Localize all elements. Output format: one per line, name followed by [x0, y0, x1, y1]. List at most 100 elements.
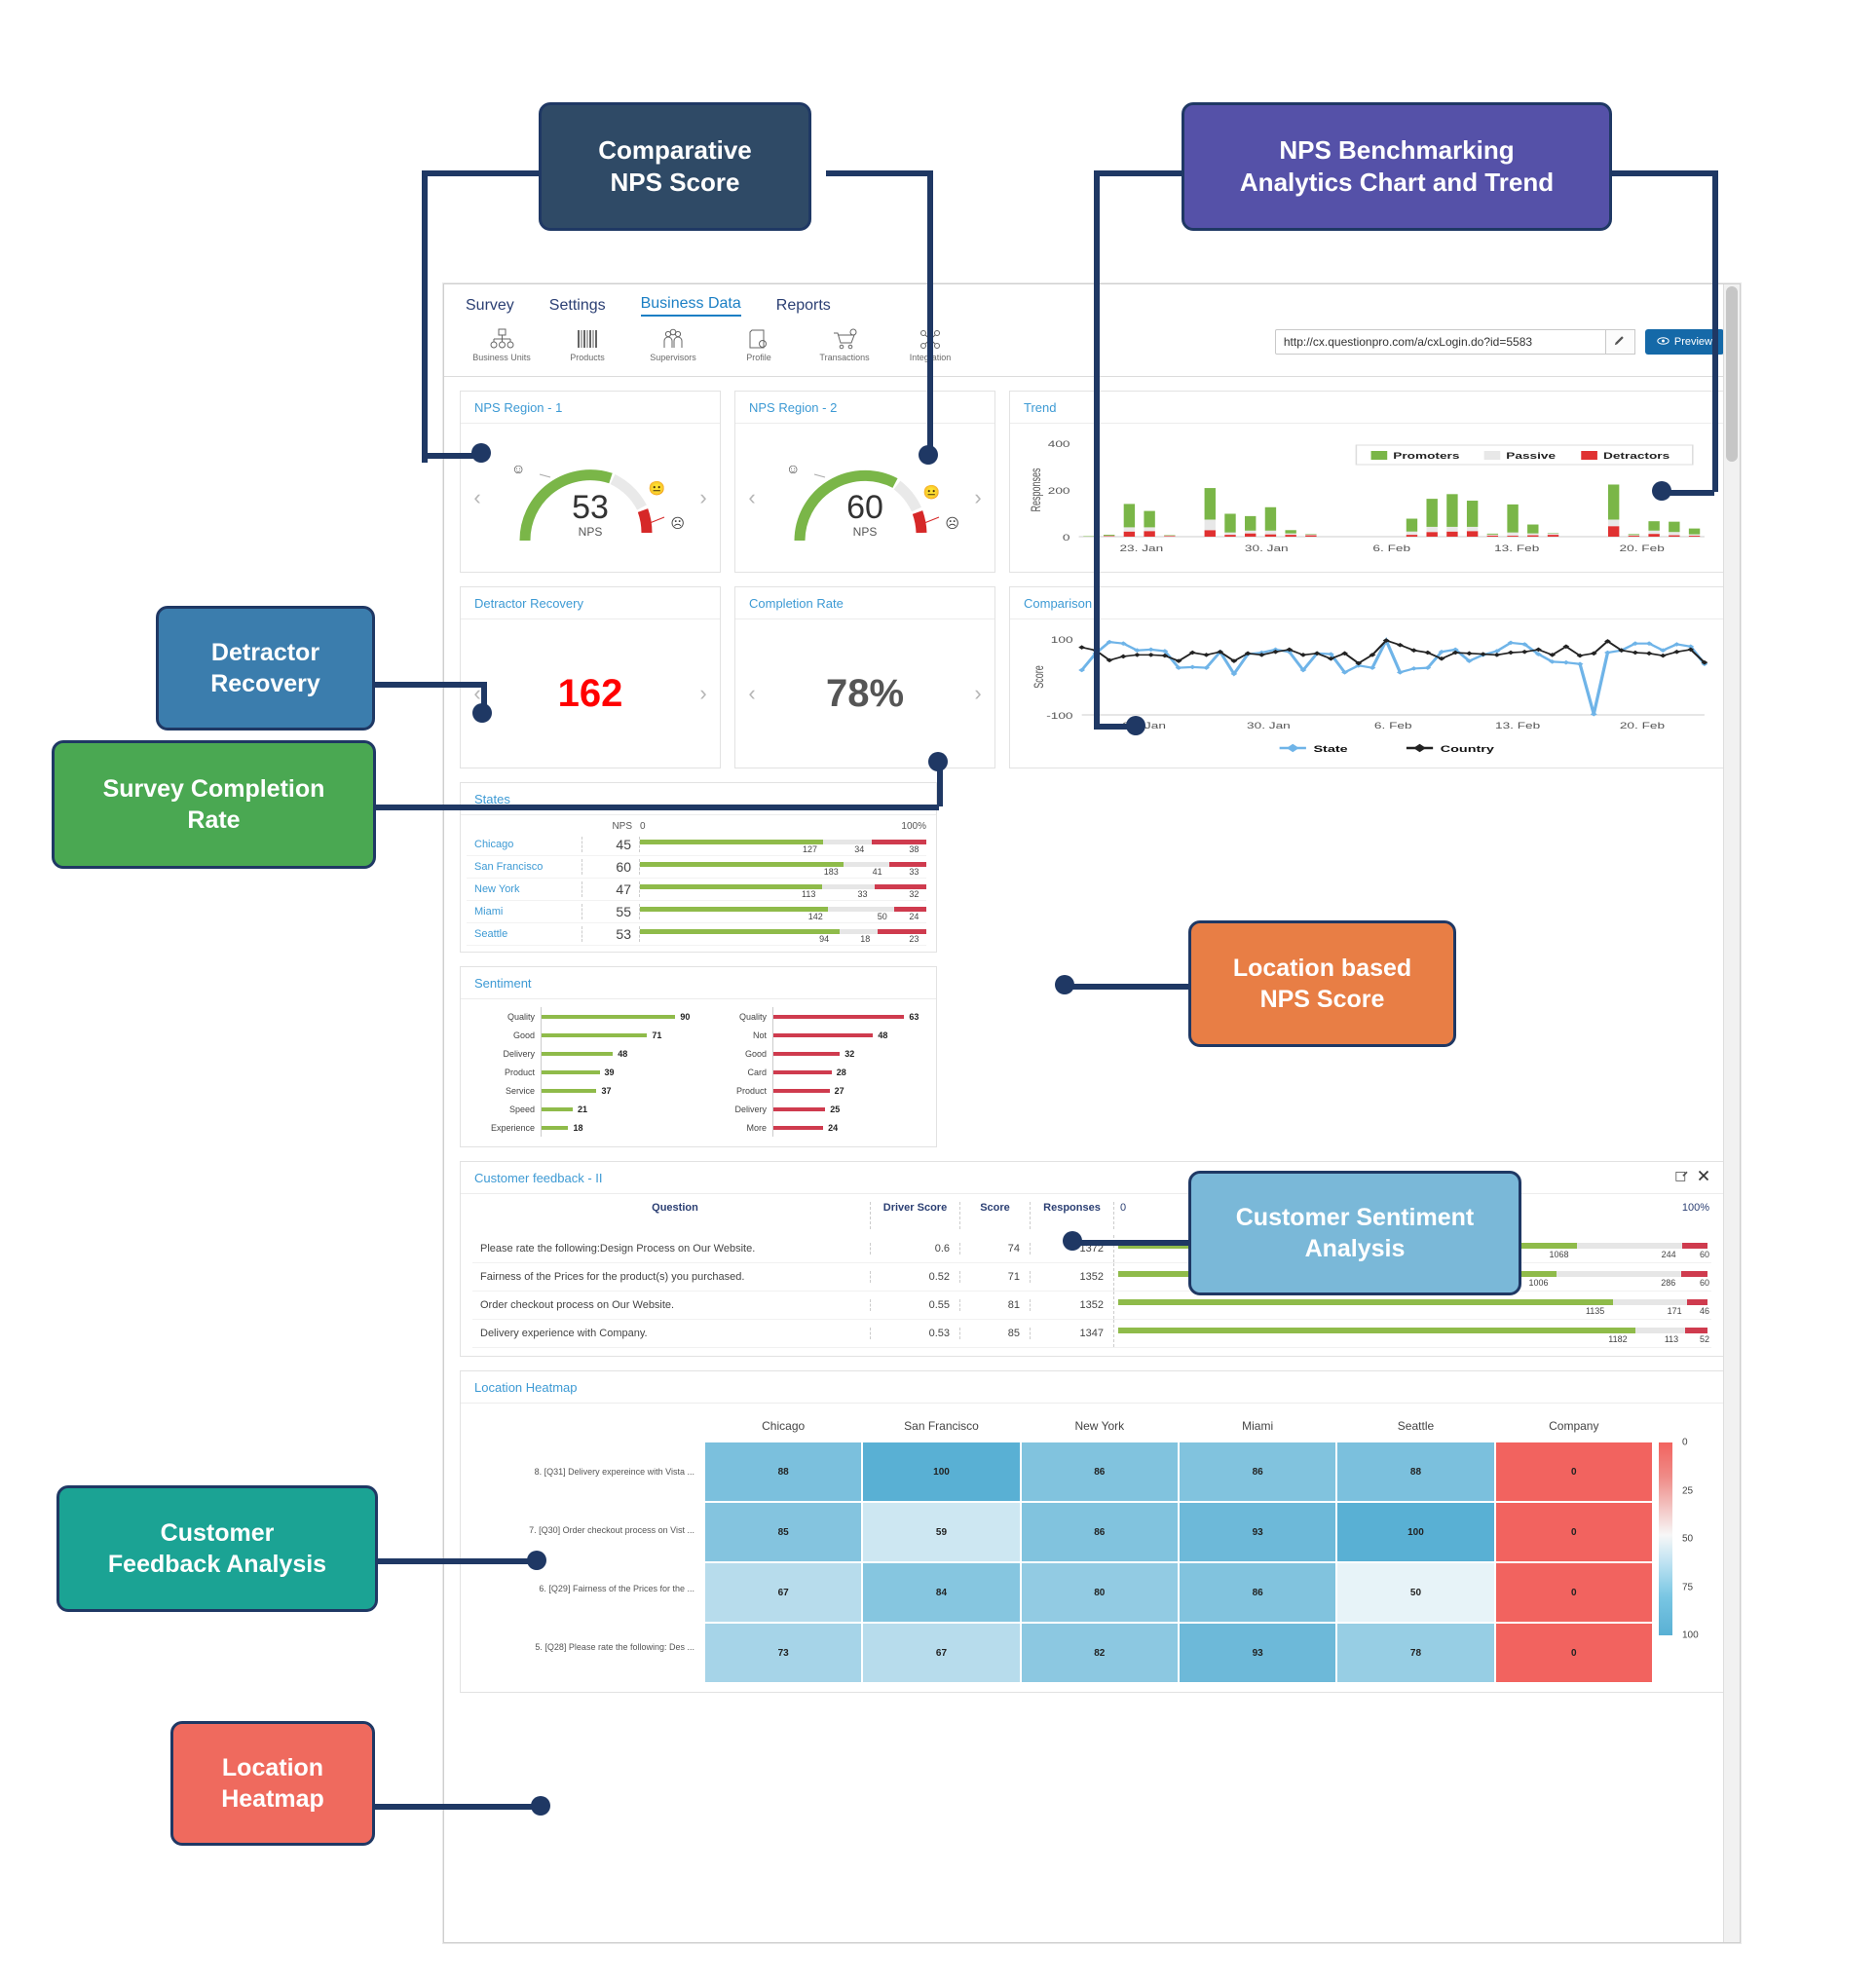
- prev-arrow-nps2[interactable]: ‹: [735, 485, 769, 510]
- survey-url-input[interactable]: http://cx.questionpro.com/a/cxLogin.do?i…: [1274, 329, 1606, 355]
- toolbar-item-business-units[interactable]: Business Units: [466, 325, 538, 362]
- scrollbar-thumb[interactable]: [1726, 286, 1738, 462]
- menu-item-business-data[interactable]: Business Data: [640, 295, 741, 317]
- heatmap-cell[interactable]: 67: [705, 1563, 862, 1622]
- heatmap-cell[interactable]: 0: [1495, 1442, 1652, 1501]
- toolbar-item-profile[interactable]: Profile: [723, 325, 795, 362]
- heatmap-colorbar: 0 25 50 75 100: [1653, 1409, 1723, 1684]
- next-arrow-nps2[interactable]: ›: [961, 485, 994, 510]
- card-customer-feedback: Customer feedback - II Question Driver S…: [460, 1161, 1724, 1357]
- prev-arrow-nps1[interactable]: ‹: [461, 485, 494, 510]
- heatmap-cell[interactable]: 85: [705, 1503, 862, 1561]
- state-name: New York: [474, 883, 520, 895]
- heatmap-cell[interactable]: 0: [1495, 1563, 1652, 1622]
- heatmap-cell[interactable]: 93: [1179, 1624, 1336, 1682]
- heatmap-cell[interactable]: 88: [1337, 1442, 1494, 1501]
- bar-segment-passive: [839, 929, 878, 934]
- sentiment-label: Delivery: [734, 1104, 767, 1114]
- leader-comparative-right-v: [927, 170, 933, 455]
- bar-label-promoters: 1006: [1528, 1278, 1549, 1288]
- state-name: Seattle: [474, 928, 508, 940]
- close-icon[interactable]: [1698, 1170, 1709, 1185]
- list-item: Product 39: [467, 1063, 698, 1081]
- heatmap-cell[interactable]: 0: [1495, 1624, 1652, 1682]
- sentiment-value: 37: [601, 1085, 612, 1096]
- sentiment-value: 48: [878, 1030, 888, 1040]
- list-item: Product 27: [698, 1081, 930, 1100]
- svg-text:100: 100: [1051, 636, 1073, 645]
- heatmap-cell[interactable]: 50: [1337, 1563, 1494, 1622]
- heatmap-column-header: Miami: [1242, 1419, 1274, 1433]
- sentiment-positive-column: Quality 90 Good 71 Delivery 48 Product 39 Servic…: [467, 1007, 698, 1137]
- heatmap-cell[interactable]: 100: [1337, 1503, 1494, 1561]
- heatmap-color-scale: [1659, 1442, 1672, 1635]
- heatmap-cell[interactable]: 88: [705, 1442, 862, 1501]
- heatmap-cell[interactable]: 0: [1495, 1503, 1652, 1561]
- next-arrow-completion[interactable]: ›: [961, 681, 994, 706]
- table-row: New York 47 113 33 32: [467, 879, 926, 901]
- heatmap-row-label: 8. [Q31] Delivery expereince with Vista …: [534, 1467, 694, 1477]
- heatmap-grid: 8. [Q31] Delivery expereince with Vista …: [461, 1404, 1723, 1692]
- heatmap-cell[interactable]: 86: [1179, 1442, 1336, 1501]
- sentiment-bar: [542, 1051, 614, 1056]
- prev-arrow-completion[interactable]: ‹: [735, 681, 769, 706]
- bar-segment-promoters: [640, 862, 844, 867]
- pencil-icon: [1614, 333, 1627, 351]
- heatmap-cell[interactable]: 73: [705, 1624, 862, 1682]
- toolbar-item-transactions[interactable]: Transactions: [808, 325, 881, 362]
- leader-bench-right-h2: [1666, 490, 1714, 496]
- leader-completion: [288, 805, 939, 810]
- next-arrow-detractor[interactable]: ›: [687, 681, 720, 706]
- heatmap-cell[interactable]: 80: [1021, 1563, 1178, 1622]
- colorbar-tick: 75: [1682, 1582, 1694, 1592]
- callout-line-1: Location: [221, 1754, 324, 1781]
- callout-line-2: NPS Score: [1259, 986, 1385, 1013]
- heatmap-column-header: Seattle: [1397, 1419, 1435, 1433]
- colorbar-tick: 25: [1682, 1485, 1694, 1496]
- heatmap-cell[interactable]: 82: [1021, 1624, 1178, 1682]
- toolbar-item-products[interactable]: Products: [551, 325, 623, 362]
- bar-segment-detractors: [1687, 1299, 1707, 1305]
- card-sentiment: Sentiment Quality 90 Good 71 Delivery 48 Produ…: [460, 966, 937, 1147]
- callout-line-1: Location based: [1232, 955, 1412, 982]
- card-comparison: Comparison 100-100Score23. Jan30. Jan6. …: [1009, 586, 1724, 768]
- list-item: Delivery 25: [698, 1100, 930, 1118]
- table-row: Order checkout process on Our Website. 0.…: [472, 1292, 1711, 1320]
- bar-segment-passive: [822, 840, 872, 844]
- next-arrow-nps1[interactable]: ›: [687, 485, 720, 510]
- anchor-dot-locationnps: [1055, 975, 1074, 994]
- heatmap-cell[interactable]: 86: [1179, 1563, 1336, 1622]
- toolbar-item-supervisors[interactable]: Supervisors: [637, 325, 709, 362]
- heatmap-cell[interactable]: 84: [863, 1563, 1020, 1622]
- heatmap-cell[interactable]: 100: [863, 1442, 1020, 1501]
- svg-text:13. Feb: 13. Feb: [1495, 722, 1540, 730]
- svg-text:State: State: [1313, 743, 1347, 754]
- card-title: Comparison: [1010, 587, 1723, 619]
- menu-item-settings[interactable]: Settings: [549, 297, 606, 315]
- heatmap-cell[interactable]: 86: [1021, 1503, 1178, 1561]
- comparison-chart: 100-100Score23. Jan30. Jan6. Feb13. Feb2…: [1010, 619, 1723, 768]
- sentiment-bar: [773, 1088, 830, 1093]
- heatmap-cell[interactable]: 59: [863, 1503, 1020, 1561]
- callout-line-1: Detractor: [210, 639, 320, 666]
- heatmap-column-header: Chicago: [762, 1419, 806, 1433]
- heatmap-row-labels: 8. [Q31] Delivery expereince with Vista …: [461, 1409, 704, 1684]
- heatmap-cell[interactable]: 78: [1337, 1624, 1494, 1682]
- heatmap-cell[interactable]: 86: [1021, 1442, 1178, 1501]
- menu-item-reports[interactable]: Reports: [776, 297, 831, 315]
- menu-item-survey[interactable]: Survey: [466, 297, 514, 315]
- list-item: Service 37: [467, 1081, 698, 1100]
- bar-label-promoters: 1068: [1549, 1250, 1569, 1259]
- anchor-dot-completion: [928, 752, 948, 771]
- edit-url-button[interactable]: [1605, 329, 1635, 355]
- heatmap-column: Seattle 88 100 50 78: [1336, 1409, 1494, 1684]
- states-axis-header: NPS 0 100%: [467, 817, 926, 834]
- cell-question: Order checkout process on Our Website.: [480, 1299, 675, 1311]
- edit-icon[interactable]: [1675, 1170, 1688, 1185]
- bar-label-detractors: 23: [909, 934, 919, 944]
- app-vertical-scrollbar[interactable]: [1723, 284, 1740, 1942]
- heatmap-cell[interactable]: 93: [1179, 1503, 1336, 1561]
- feedback-table-header: Question Driver Score Score Responses 0 …: [472, 1194, 1711, 1235]
- heatmap-cell[interactable]: 67: [863, 1624, 1020, 1682]
- heatmap-row-label: 6. [Q29] Fairness of the Prices for the …: [539, 1584, 694, 1593]
